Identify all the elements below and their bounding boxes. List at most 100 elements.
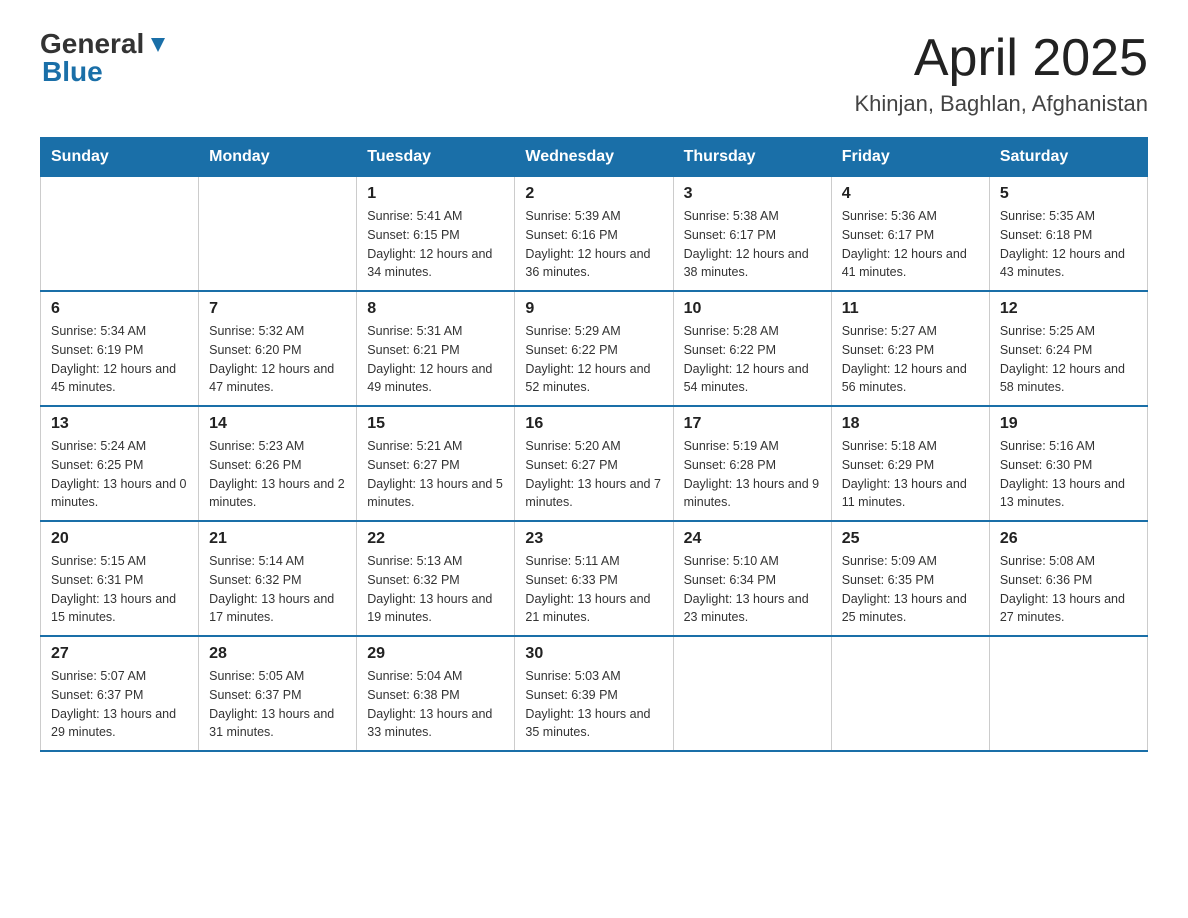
weekday-header-saturday: Saturday [989, 138, 1147, 177]
day-number: 25 [842, 530, 979, 548]
calendar-week-row: 20 Sunrise: 5:15 AMSunset: 6:31 PMDayligh… [41, 521, 1148, 636]
day-number: 20 [51, 530, 188, 548]
day-number: 14 [209, 415, 346, 433]
page-header: General Blue April 2025 Khinjan, Baghlan… [40, 30, 1148, 117]
day-number: 29 [367, 645, 504, 663]
weekday-header-friday: Friday [831, 138, 989, 177]
title-section: April 2025 Khinjan, Baghlan, Afghanistan [854, 30, 1148, 117]
calendar-cell: 9 Sunrise: 5:29 AMSunset: 6:22 PMDaylight… [515, 291, 673, 406]
calendar-cell: 16 Sunrise: 5:20 AMSunset: 6:27 PMDayligh… [515, 406, 673, 521]
day-number: 30 [525, 645, 662, 663]
calendar-cell: 18Sunrise: 5:18 AMSunset: 6:29 PMDayligh… [831, 406, 989, 521]
day-number: 10 [684, 300, 821, 318]
day-number: 23 [525, 530, 662, 548]
calendar-cell: 20 Sunrise: 5:15 AMSunset: 6:31 PMDayligh… [41, 521, 199, 636]
day-number: 15 [367, 415, 504, 433]
day-number: 26 [1000, 530, 1137, 548]
page-subtitle: Khinjan, Baghlan, Afghanistan [854, 91, 1148, 117]
day-info: Sunrise: 5:18 AMSunset: 6:29 PMDaylight:… [842, 437, 979, 512]
day-info: Sunrise: 5:38 AMSunset: 6:17 PMDaylight:… [684, 207, 821, 282]
day-info: Sunrise: 5:03 AMSunset: 6:39 PMDaylight:… [525, 667, 662, 742]
calendar-cell [673, 636, 831, 751]
calendar-week-row: 13 Sunrise: 5:24 AMSunset: 6:25 PMDayligh… [41, 406, 1148, 521]
calendar-cell: 10 Sunrise: 5:28 AMSunset: 6:22 PMDayligh… [673, 291, 831, 406]
calendar-cell: 25 Sunrise: 5:09 AMSunset: 6:35 PMDayligh… [831, 521, 989, 636]
day-number: 2 [525, 185, 662, 203]
day-number: 27 [51, 645, 188, 663]
day-info: Sunrise: 5:19 AMSunset: 6:28 PMDaylight:… [684, 437, 821, 512]
day-info: Sunrise: 5:23 AMSunset: 6:26 PMDaylight:… [209, 437, 346, 512]
calendar-cell: 12Sunrise: 5:25 AMSunset: 6:24 PMDayligh… [989, 291, 1147, 406]
day-info: Sunrise: 5:16 AMSunset: 6:30 PMDaylight:… [1000, 437, 1137, 512]
calendar-cell: 24Sunrise: 5:10 AMSunset: 6:34 PMDayligh… [673, 521, 831, 636]
calendar-cell [199, 177, 357, 292]
day-info: Sunrise: 5:09 AMSunset: 6:35 PMDaylight:… [842, 552, 979, 627]
logo-general-text: General [40, 30, 144, 58]
calendar-header: SundayMondayTuesdayWednesdayThursdayFrid… [41, 138, 1148, 177]
day-number: 13 [51, 415, 188, 433]
day-info: Sunrise: 5:24 AMSunset: 6:25 PMDaylight:… [51, 437, 188, 512]
day-info: Sunrise: 5:28 AMSunset: 6:22 PMDaylight:… [684, 322, 821, 397]
day-number: 9 [525, 300, 662, 318]
calendar-cell: 17 Sunrise: 5:19 AMSunset: 6:28 PMDayligh… [673, 406, 831, 521]
calendar-cell: 30 Sunrise: 5:03 AMSunset: 6:39 PMDayligh… [515, 636, 673, 751]
day-info: Sunrise: 5:41 AMSunset: 6:15 PMDaylight:… [367, 207, 504, 282]
weekday-header-thursday: Thursday [673, 138, 831, 177]
calendar-cell: 11 Sunrise: 5:27 AMSunset: 6:23 PMDayligh… [831, 291, 989, 406]
day-number: 28 [209, 645, 346, 663]
day-number: 21 [209, 530, 346, 548]
calendar-cell: 4 Sunrise: 5:36 AMSunset: 6:17 PMDaylight… [831, 177, 989, 292]
calendar-cell: 26Sunrise: 5:08 AMSunset: 6:36 PMDayligh… [989, 521, 1147, 636]
day-info: Sunrise: 5:35 AMSunset: 6:18 PMDaylight:… [1000, 207, 1137, 282]
calendar-cell: 5 Sunrise: 5:35 AMSunset: 6:18 PMDaylight… [989, 177, 1147, 292]
day-info: Sunrise: 5:07 AMSunset: 6:37 PMDaylight:… [51, 667, 188, 742]
calendar-cell: 6Sunrise: 5:34 AMSunset: 6:19 PMDaylight… [41, 291, 199, 406]
weekday-header-monday: Monday [199, 138, 357, 177]
day-info: Sunrise: 5:32 AMSunset: 6:20 PMDaylight:… [209, 322, 346, 397]
calendar-week-row: 6Sunrise: 5:34 AMSunset: 6:19 PMDaylight… [41, 291, 1148, 406]
day-info: Sunrise: 5:31 AMSunset: 6:21 PMDaylight:… [367, 322, 504, 397]
logo: General Blue [40, 30, 169, 86]
calendar-cell: 7Sunrise: 5:32 AMSunset: 6:20 PMDaylight… [199, 291, 357, 406]
calendar-cell [989, 636, 1147, 751]
day-info: Sunrise: 5:11 AMSunset: 6:33 PMDaylight:… [525, 552, 662, 627]
day-number: 11 [842, 300, 979, 318]
day-info: Sunrise: 5:04 AMSunset: 6:38 PMDaylight:… [367, 667, 504, 742]
calendar-cell: 21 Sunrise: 5:14 AMSunset: 6:32 PMDayligh… [199, 521, 357, 636]
day-number: 1 [367, 185, 504, 203]
calendar-cell: 14 Sunrise: 5:23 AMSunset: 6:26 PMDayligh… [199, 406, 357, 521]
calendar-cell: 8 Sunrise: 5:31 AMSunset: 6:21 PMDaylight… [357, 291, 515, 406]
logo-triangle-icon [147, 34, 169, 56]
day-info: Sunrise: 5:20 AMSunset: 6:27 PMDaylight:… [525, 437, 662, 512]
calendar-cell [831, 636, 989, 751]
calendar-week-row: 27 Sunrise: 5:07 AMSunset: 6:37 PMDayligh… [41, 636, 1148, 751]
day-info: Sunrise: 5:39 AMSunset: 6:16 PMDaylight:… [525, 207, 662, 282]
day-number: 3 [684, 185, 821, 203]
day-info: Sunrise: 5:27 AMSunset: 6:23 PMDaylight:… [842, 322, 979, 397]
day-info: Sunrise: 5:14 AMSunset: 6:32 PMDaylight:… [209, 552, 346, 627]
day-number: 5 [1000, 185, 1137, 203]
day-info: Sunrise: 5:15 AMSunset: 6:31 PMDaylight:… [51, 552, 188, 627]
day-number: 8 [367, 300, 504, 318]
day-number: 22 [367, 530, 504, 548]
day-info: Sunrise: 5:29 AMSunset: 6:22 PMDaylight:… [525, 322, 662, 397]
day-number: 24 [684, 530, 821, 548]
day-info: Sunrise: 5:36 AMSunset: 6:17 PMDaylight:… [842, 207, 979, 282]
day-number: 16 [525, 415, 662, 433]
calendar-cell: 22 Sunrise: 5:13 AMSunset: 6:32 PMDayligh… [357, 521, 515, 636]
day-number: 19 [1000, 415, 1137, 433]
calendar-cell: 23 Sunrise: 5:11 AMSunset: 6:33 PMDayligh… [515, 521, 673, 636]
calendar-cell: 15Sunrise: 5:21 AMSunset: 6:27 PMDayligh… [357, 406, 515, 521]
weekday-header-wednesday: Wednesday [515, 138, 673, 177]
day-number: 17 [684, 415, 821, 433]
calendar-cell: 2 Sunrise: 5:39 AMSunset: 6:16 PMDaylight… [515, 177, 673, 292]
day-info: Sunrise: 5:13 AMSunset: 6:32 PMDaylight:… [367, 552, 504, 627]
day-number: 4 [842, 185, 979, 203]
calendar-cell: 28 Sunrise: 5:05 AMSunset: 6:37 PMDayligh… [199, 636, 357, 751]
day-info: Sunrise: 5:25 AMSunset: 6:24 PMDaylight:… [1000, 322, 1137, 397]
day-info: Sunrise: 5:05 AMSunset: 6:37 PMDaylight:… [209, 667, 346, 742]
calendar-cell [41, 177, 199, 292]
calendar-cell: 3 Sunrise: 5:38 AMSunset: 6:17 PMDaylight… [673, 177, 831, 292]
calendar-cell: 19 Sunrise: 5:16 AMSunset: 6:30 PMDayligh… [989, 406, 1147, 521]
page-title: April 2025 [854, 30, 1148, 87]
